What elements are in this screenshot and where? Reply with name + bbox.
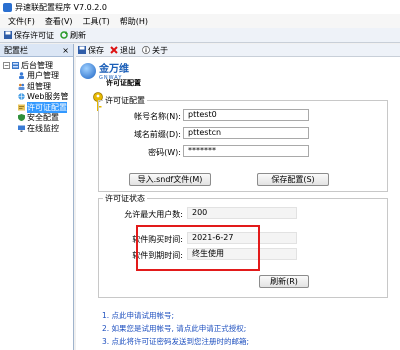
logo-globe-icon [80, 62, 96, 79]
note-apply-formal[interactable]: 2. 如果您是试用帐号, 请点此申请正式授权; [102, 323, 246, 334]
save-label: 保存 [88, 45, 104, 55]
refresh-button[interactable]: 刷新 [60, 30, 86, 41]
account-name-field[interactable]: pttest0 [183, 109, 309, 121]
title-bar: 异速联配置程序 V7.0.2.0 [0, 0, 400, 14]
domain-prefix-label: 域名前缀(D): [133, 130, 181, 139]
menu-file[interactable]: 文件(F) [8, 16, 35, 27]
globe-icon [18, 93, 25, 100]
sidebar-item-groups[interactable]: 组管理 [0, 81, 73, 92]
sidebar-item-security[interactable]: 安全配置 [0, 113, 73, 124]
sidebar-item-users[interactable]: 用户管理 [0, 71, 73, 82]
tree-root-backend[interactable]: − 后台管理 [0, 60, 73, 71]
sidebar-item-label: 在线监控 [27, 123, 59, 133]
save-license-label: 保存许可证 [14, 30, 54, 40]
menu-help[interactable]: 帮助(H) [120, 16, 148, 27]
license-icon [18, 104, 25, 111]
sidebar: 配置栏 × − 后台管理 用户管理 组管理 Web服务管 许可证配置 安全配置 [0, 44, 74, 350]
save-button[interactable]: 保存 [78, 45, 104, 56]
import-sndf-button[interactable]: 导入.sndf文件(M) [129, 173, 211, 186]
save-config-button[interactable]: 保存配置(S) [257, 173, 329, 186]
license-status-title: 许可证状态 [103, 193, 147, 204]
menu-view[interactable]: 查看(V) [45, 16, 73, 27]
menu-bar: 文件(F) 查看(V) 工具(T) 帮助(H) [0, 14, 400, 28]
config-tree: − 后台管理 用户管理 组管理 Web服务管 许可证配置 安全配置 在线监控 [0, 57, 73, 134]
sidebar-item-label: 许可证配置 [27, 101, 67, 113]
info-icon [142, 46, 150, 54]
sidebar-item-label: Web服务管 [27, 92, 69, 102]
sidebar-item-license-config[interactable]: 许可证配置 [0, 101, 73, 113]
shield-icon [18, 114, 25, 122]
sidebar-item-label: 组管理 [27, 81, 51, 91]
sidebar-title: 配置栏 [4, 45, 28, 55]
monitor-icon [18, 125, 25, 132]
app-icon [3, 2, 12, 12]
about-button[interactable]: 关于 [142, 45, 168, 56]
main-toolbar: 保存许可证 刷新 [0, 28, 400, 43]
exit-button[interactable]: 退出 [110, 45, 136, 56]
brand-name: 金万维 [99, 64, 129, 75]
tree-root-label: 后台管理 [21, 60, 53, 70]
account-name-label: 帐号名称(N): [134, 112, 181, 121]
sidebar-item-online-monitor[interactable]: 在线监控 [0, 123, 73, 134]
server-icon [12, 61, 19, 69]
group-icon [18, 83, 25, 90]
close-icon [110, 46, 118, 54]
exit-label: 退出 [120, 45, 136, 55]
window-title: 异速联配置程序 V7.0.2.0 [15, 2, 108, 12]
password-field[interactable]: ******* [183, 145, 309, 157]
sidebar-item-web-service[interactable]: Web服务管 [0, 92, 73, 103]
highlight-box [136, 225, 260, 271]
refresh-status-button[interactable]: 刷新(R) [259, 275, 309, 288]
sidebar-header: 配置栏 × [0, 44, 73, 57]
main-content: 保存 退出 关于 金万维 GNWAY 许可证配置 许可证配置 帐号名称(N): … [76, 44, 400, 350]
user-icon [19, 72, 24, 80]
max-users-field: 200 [187, 207, 297, 219]
license-config-group: 许可证配置 帐号名称(N): pttest0 域名前缀(D): pttestcn… [98, 95, 388, 192]
floppy-disk-icon [4, 31, 12, 39]
password-label: 密码(W): [148, 148, 181, 157]
content-toolbar: 保存 退出 关于 [76, 44, 400, 57]
sidebar-item-label: 安全配置 [27, 113, 59, 123]
about-label: 关于 [152, 45, 168, 55]
save-license-button[interactable]: 保存许可证 [4, 30, 54, 41]
note-send-password[interactable]: 3. 点此将许可证密码发送到您注册时的邮箱; [102, 336, 249, 347]
collapse-icon[interactable]: − [3, 61, 10, 69]
sidebar-close-icon[interactable]: × [62, 46, 69, 55]
license-config-title: 许可证配置 [103, 95, 147, 106]
refresh-icon [60, 31, 68, 39]
refresh-label: 刷新 [70, 30, 86, 40]
floppy-disk-icon [78, 46, 86, 54]
note-apply-trial[interactable]: 1. 点此申请试用帐号; [102, 310, 174, 321]
sidebar-item-label: 用户管理 [27, 71, 59, 81]
max-users-label: 允许最大用户数: [124, 210, 183, 219]
domain-prefix-field[interactable]: pttestcn [183, 127, 309, 139]
menu-tools[interactable]: 工具(T) [83, 16, 110, 27]
page-title: 许可证配置 [106, 79, 141, 87]
